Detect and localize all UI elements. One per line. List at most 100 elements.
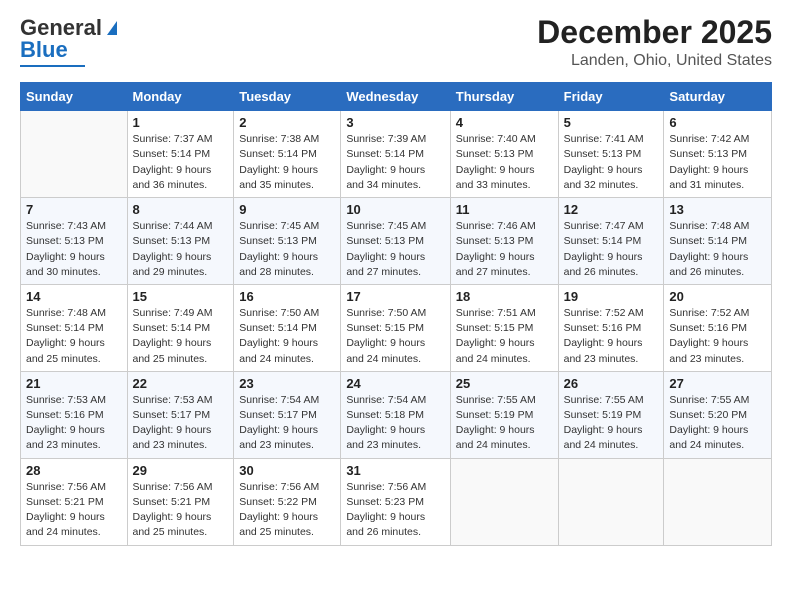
calendar-cell: 23Sunrise: 7:54 AM Sunset: 5:17 PM Dayli… bbox=[234, 371, 341, 458]
day-info: Sunrise: 7:54 AM Sunset: 5:18 PM Dayligh… bbox=[346, 393, 444, 454]
day-number: 27 bbox=[669, 376, 766, 391]
subtitle: Landen, Ohio, United States bbox=[537, 52, 772, 70]
day-info: Sunrise: 7:56 AM Sunset: 5:21 PM Dayligh… bbox=[26, 480, 122, 541]
day-number: 18 bbox=[456, 289, 553, 304]
day-info: Sunrise: 7:47 AM Sunset: 5:14 PM Dayligh… bbox=[564, 219, 659, 280]
calendar-cell: 16 Sunrise: 7:50 AM Sunset: 5:14 PM Dayli… bbox=[234, 284, 341, 371]
calendar-cell bbox=[21, 111, 128, 198]
calendar-week-5: 28 Sunrise: 7:56 AM Sunset: 5:21 PM Dayli… bbox=[21, 458, 772, 545]
day-number: 13 bbox=[669, 202, 766, 217]
main-title: December 2025 bbox=[537, 15, 772, 50]
calendar-cell: 11 Sunrise: 7:46 AM Sunset: 5:13 PM Dayli… bbox=[450, 198, 558, 285]
day-number: 6 bbox=[669, 115, 766, 130]
day-number: 11 bbox=[456, 202, 553, 217]
calendar-cell: 12 Sunrise: 7:47 AM Sunset: 5:14 PM Dayli… bbox=[558, 198, 664, 285]
day-number: 14 bbox=[26, 289, 122, 304]
calendar-cell: 29Sunrise: 7:56 AM Sunset: 5:21 PM Dayli… bbox=[127, 458, 234, 545]
calendar-week-4: 21 Sunrise: 7:53 AM Sunset: 5:16 PM Dayli… bbox=[21, 371, 772, 458]
calendar-cell: 22 Sunrise: 7:53 AM Sunset: 5:17 PM Dayli… bbox=[127, 371, 234, 458]
column-header-sunday: Sunday bbox=[21, 83, 128, 111]
day-number: 7 bbox=[26, 202, 122, 217]
calendar-cell bbox=[558, 458, 664, 545]
day-number: 8 bbox=[133, 202, 229, 217]
day-number: 21 bbox=[26, 376, 122, 391]
column-header-monday: Monday bbox=[127, 83, 234, 111]
day-info: Sunrise: 7:40 AM Sunset: 5:13 PM Dayligh… bbox=[456, 132, 553, 193]
day-info: Sunrise: 7:50 AM Sunset: 5:14 PM Dayligh… bbox=[239, 306, 335, 367]
calendar-cell: 13Sunrise: 7:48 AM Sunset: 5:14 PM Dayli… bbox=[664, 198, 772, 285]
calendar-cell: 25 Sunrise: 7:55 AM Sunset: 5:19 PM Dayli… bbox=[450, 371, 558, 458]
column-header-saturday: Saturday bbox=[664, 83, 772, 111]
calendar-cell: 27 Sunrise: 7:55 AM Sunset: 5:20 PM Dayli… bbox=[664, 371, 772, 458]
day-number: 24 bbox=[346, 376, 444, 391]
day-info: Sunrise: 7:50 AM Sunset: 5:15 PM Dayligh… bbox=[346, 306, 444, 367]
calendar-table: SundayMondayTuesdayWednesdayThursdayFrid… bbox=[20, 82, 772, 545]
day-info: Sunrise: 7:37 AM Sunset: 5:14 PM Dayligh… bbox=[133, 132, 229, 193]
logo: General Blue bbox=[20, 15, 121, 67]
logo-underline bbox=[20, 65, 85, 67]
day-number: 30 bbox=[239, 463, 335, 478]
day-info: Sunrise: 7:51 AM Sunset: 5:15 PM Dayligh… bbox=[456, 306, 553, 367]
calendar-week-3: 14 Sunrise: 7:48 AM Sunset: 5:14 PM Dayli… bbox=[21, 284, 772, 371]
calendar-cell: 10 Sunrise: 7:45 AM Sunset: 5:13 PM Dayli… bbox=[341, 198, 450, 285]
calendar-cell: 1 Sunrise: 7:37 AM Sunset: 5:14 PM Daylig… bbox=[127, 111, 234, 198]
day-number: 20 bbox=[669, 289, 766, 304]
calendar-cell: 2Sunrise: 7:38 AM Sunset: 5:14 PM Daylig… bbox=[234, 111, 341, 198]
day-number: 10 bbox=[346, 202, 444, 217]
page: General Blue December 2025 Landen, Ohio,… bbox=[0, 0, 792, 612]
day-info: Sunrise: 7:41 AM Sunset: 5:13 PM Dayligh… bbox=[564, 132, 659, 193]
calendar-cell: 19 Sunrise: 7:52 AM Sunset: 5:16 PM Dayli… bbox=[558, 284, 664, 371]
day-info: Sunrise: 7:54 AM Sunset: 5:17 PM Dayligh… bbox=[239, 393, 335, 454]
day-number: 29 bbox=[133, 463, 229, 478]
calendar-cell: 17 Sunrise: 7:50 AM Sunset: 5:15 PM Dayli… bbox=[341, 284, 450, 371]
calendar-cell: 24 Sunrise: 7:54 AM Sunset: 5:18 PM Dayli… bbox=[341, 371, 450, 458]
calendar-week-1: 1 Sunrise: 7:37 AM Sunset: 5:14 PM Daylig… bbox=[21, 111, 772, 198]
calendar-cell: 15 Sunrise: 7:49 AM Sunset: 5:14 PM Dayli… bbox=[127, 284, 234, 371]
day-number: 3 bbox=[346, 115, 444, 130]
calendar-cell: 31Sunrise: 7:56 AM Sunset: 5:23 PM Dayli… bbox=[341, 458, 450, 545]
day-info: Sunrise: 7:56 AM Sunset: 5:22 PM Dayligh… bbox=[239, 480, 335, 541]
day-info: Sunrise: 7:43 AM Sunset: 5:13 PM Dayligh… bbox=[26, 219, 122, 280]
calendar-week-2: 7 Sunrise: 7:43 AM Sunset: 5:13 PM Daylig… bbox=[21, 198, 772, 285]
day-number: 22 bbox=[133, 376, 229, 391]
column-header-tuesday: Tuesday bbox=[234, 83, 341, 111]
calendar-cell bbox=[450, 458, 558, 545]
calendar-cell: 21 Sunrise: 7:53 AM Sunset: 5:16 PM Dayli… bbox=[21, 371, 128, 458]
day-info: Sunrise: 7:53 AM Sunset: 5:16 PM Dayligh… bbox=[26, 393, 122, 454]
day-number: 16 bbox=[239, 289, 335, 304]
calendar-cell: 9 Sunrise: 7:45 AM Sunset: 5:13 PM Daylig… bbox=[234, 198, 341, 285]
calendar-cell: 30 Sunrise: 7:56 AM Sunset: 5:22 PM Dayli… bbox=[234, 458, 341, 545]
day-info: Sunrise: 7:52 AM Sunset: 5:16 PM Dayligh… bbox=[564, 306, 659, 367]
calendar-cell: 28 Sunrise: 7:56 AM Sunset: 5:21 PM Dayli… bbox=[21, 458, 128, 545]
calendar-cell: 6 Sunrise: 7:42 AM Sunset: 5:13 PM Daylig… bbox=[664, 111, 772, 198]
day-number: 5 bbox=[564, 115, 659, 130]
logo-blue: Blue bbox=[20, 37, 68, 62]
calendar-cell: 18 Sunrise: 7:51 AM Sunset: 5:15 PM Dayli… bbox=[450, 284, 558, 371]
day-info: Sunrise: 7:46 AM Sunset: 5:13 PM Dayligh… bbox=[456, 219, 553, 280]
day-number: 31 bbox=[346, 463, 444, 478]
day-info: Sunrise: 7:42 AM Sunset: 5:13 PM Dayligh… bbox=[669, 132, 766, 193]
day-number: 19 bbox=[564, 289, 659, 304]
day-number: 17 bbox=[346, 289, 444, 304]
day-info: Sunrise: 7:48 AM Sunset: 5:14 PM Dayligh… bbox=[26, 306, 122, 367]
logo-triangle-icon bbox=[103, 19, 121, 37]
day-number: 1 bbox=[133, 115, 229, 130]
day-info: Sunrise: 7:55 AM Sunset: 5:20 PM Dayligh… bbox=[669, 393, 766, 454]
day-info: Sunrise: 7:44 AM Sunset: 5:13 PM Dayligh… bbox=[133, 219, 229, 280]
day-info: Sunrise: 7:49 AM Sunset: 5:14 PM Dayligh… bbox=[133, 306, 229, 367]
day-number: 25 bbox=[456, 376, 553, 391]
day-number: 15 bbox=[133, 289, 229, 304]
column-header-wednesday: Wednesday bbox=[341, 83, 450, 111]
day-number: 4 bbox=[456, 115, 553, 130]
header-row: SundayMondayTuesdayWednesdayThursdayFrid… bbox=[21, 83, 772, 111]
day-info: Sunrise: 7:45 AM Sunset: 5:13 PM Dayligh… bbox=[239, 219, 335, 280]
day-info: Sunrise: 7:53 AM Sunset: 5:17 PM Dayligh… bbox=[133, 393, 229, 454]
column-header-friday: Friday bbox=[558, 83, 664, 111]
day-info: Sunrise: 7:55 AM Sunset: 5:19 PM Dayligh… bbox=[456, 393, 553, 454]
day-number: 9 bbox=[239, 202, 335, 217]
day-info: Sunrise: 7:45 AM Sunset: 5:13 PM Dayligh… bbox=[346, 219, 444, 280]
calendar-cell: 7 Sunrise: 7:43 AM Sunset: 5:13 PM Daylig… bbox=[21, 198, 128, 285]
day-number: 12 bbox=[564, 202, 659, 217]
day-info: Sunrise: 7:52 AM Sunset: 5:16 PM Dayligh… bbox=[669, 306, 766, 367]
day-number: 28 bbox=[26, 463, 122, 478]
